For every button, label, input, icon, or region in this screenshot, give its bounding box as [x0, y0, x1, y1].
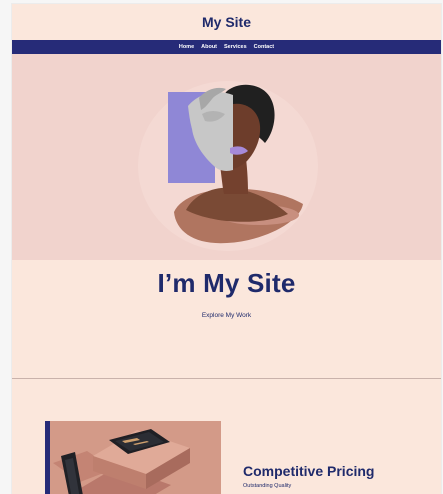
browser-page: My Site Home About Services Contact I’m … — [0, 0, 443, 494]
feature-subtitle: Outstanding Quality — [243, 483, 292, 489]
hero-section — [12, 54, 441, 260]
feature-title: Competitive Pricing — [243, 463, 375, 479]
nav-about-link[interactable]: About — [201, 44, 217, 50]
top-navigation: Home About Services Contact — [12, 40, 441, 54]
hero-heading: I’m My Site — [157, 268, 296, 298]
pricing-feature-section: Competitive Pricing Outstanding Quality — [12, 379, 441, 494]
nav-home-link[interactable]: Home — [179, 44, 194, 50]
nav-contact-link[interactable]: Contact — [254, 44, 274, 50]
phone-product-image — [45, 421, 221, 494]
site-title[interactable]: My Site — [12, 14, 441, 30]
site-page: My Site Home About Services Contact I’m … — [12, 4, 441, 494]
explore-work-link[interactable]: Explore My Work — [202, 312, 251, 319]
hero-sculpture-image — [12, 54, 441, 260]
nav-services-link[interactable]: Services — [224, 44, 247, 50]
